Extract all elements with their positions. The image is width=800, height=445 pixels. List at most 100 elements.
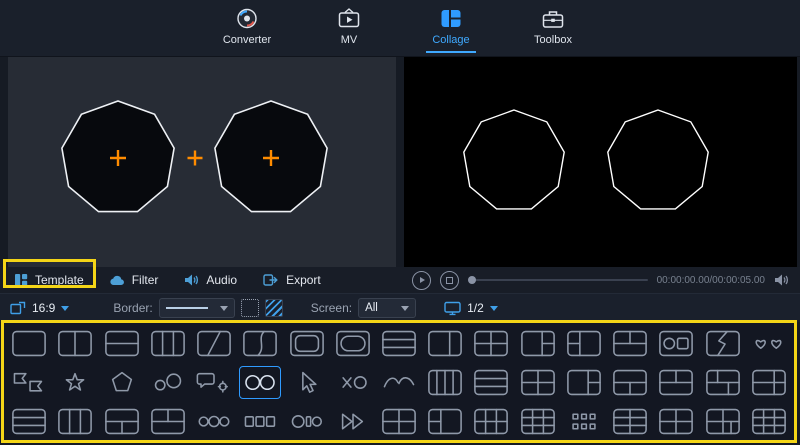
template-thumb-circSq[interactable] bbox=[655, 327, 697, 360]
aspect-ratio-dropdown[interactable]: 16:9 bbox=[10, 301, 69, 315]
template-thumb-tTop[interactable] bbox=[609, 327, 651, 360]
tab-mv[interactable]: MV bbox=[313, 7, 385, 46]
template-thumb-bubbleGear[interactable] bbox=[193, 366, 235, 399]
tab-toolbox[interactable]: Toolbox bbox=[517, 7, 589, 46]
template-thumb-tTop[interactable] bbox=[655, 366, 697, 399]
template-thumb-oO[interactable] bbox=[147, 366, 189, 399]
aspect-ratio-value: 16:9 bbox=[32, 301, 55, 315]
template-thumb-grid22[interactable] bbox=[655, 405, 697, 438]
template-thumb-cursor[interactable] bbox=[286, 366, 328, 399]
chevron-down-icon bbox=[220, 306, 228, 311]
template-grid bbox=[2, 322, 796, 443]
border-group: Border: bbox=[113, 298, 282, 318]
tab-template-label: Template bbox=[35, 273, 84, 287]
template-thumb-rounded[interactable] bbox=[286, 327, 328, 360]
tab-toolbox-label: Toolbox bbox=[534, 34, 572, 46]
chevron-down-icon bbox=[490, 306, 498, 311]
template-thumb-grid22[interactable] bbox=[470, 327, 512, 360]
page-dropdown[interactable]: 1/2 bbox=[444, 301, 498, 316]
template-thumb-stadium[interactable] bbox=[332, 327, 374, 360]
volume-icon[interactable] bbox=[774, 273, 790, 287]
template-thumb-v3[interactable] bbox=[54, 405, 96, 438]
tab-collage-label: Collage bbox=[432, 34, 469, 46]
template-thumb-grid32[interactable] bbox=[609, 405, 651, 438]
template-thumb-diag[interactable] bbox=[193, 327, 235, 360]
template-thumb-h3[interactable] bbox=[470, 366, 512, 399]
template-thumb-gridUneven[interactable] bbox=[702, 366, 744, 399]
export-icon bbox=[263, 273, 279, 287]
top-nav: Converter MV Collage Toolbox bbox=[0, 0, 800, 57]
screen-select[interactable]: All bbox=[358, 298, 416, 318]
tab-filter-label: Filter bbox=[132, 273, 159, 287]
template-thumb-grid22[interactable] bbox=[517, 366, 559, 399]
template-thumb-tBottom[interactable] bbox=[609, 366, 651, 399]
template-thumb-waves[interactable] bbox=[378, 366, 420, 399]
tab-export[interactable]: Export bbox=[263, 273, 321, 287]
template-thumb-zig[interactable] bbox=[702, 327, 744, 360]
tab-converter[interactable]: Converter bbox=[211, 7, 283, 46]
seek-handle[interactable] bbox=[468, 276, 476, 284]
template-icon bbox=[14, 273, 28, 287]
template-thumb-Odo[interactable] bbox=[286, 405, 328, 438]
template-thumb-rect[interactable] bbox=[8, 327, 50, 360]
template-thumb-grid33[interactable] bbox=[748, 405, 790, 438]
chevron-down-icon bbox=[401, 306, 409, 311]
template-thumb-star[interactable] bbox=[54, 366, 96, 399]
template-thumb-pentagon[interactable] bbox=[101, 366, 143, 399]
template-row bbox=[6, 363, 792, 402]
tab-filter[interactable]: Filter bbox=[110, 273, 159, 287]
border-pattern-button[interactable] bbox=[265, 299, 283, 317]
template-thumb-v2off[interactable] bbox=[424, 327, 466, 360]
template-thumb-hvR[interactable] bbox=[748, 366, 790, 399]
template-thumb-v3[interactable] bbox=[147, 327, 189, 360]
play-button[interactable] bbox=[412, 271, 431, 290]
border-label: Border: bbox=[113, 301, 152, 315]
sub-bar: Template Filter Audio Export bbox=[0, 267, 800, 293]
template-thumb-flags[interactable] bbox=[8, 366, 50, 399]
template-row bbox=[6, 324, 792, 363]
tab-collage[interactable]: Collage bbox=[415, 7, 487, 53]
template-thumb-v2[interactable] bbox=[54, 327, 96, 360]
template-thumb-h3[interactable] bbox=[378, 327, 420, 360]
screen-group: Screen: All bbox=[311, 298, 416, 318]
converter-icon bbox=[235, 7, 259, 30]
template-thumb-v4[interactable] bbox=[424, 366, 466, 399]
template-thumb-grid33[interactable] bbox=[517, 405, 559, 438]
stop-button[interactable] bbox=[440, 271, 459, 290]
template-thumb-squares3[interactable] bbox=[239, 405, 281, 438]
template-row bbox=[6, 402, 792, 441]
border-style-dropdown[interactable] bbox=[159, 298, 235, 318]
playback-controls: 00:00:00.00/00:00:05.00 bbox=[404, 267, 798, 293]
page-indicator: 1/2 bbox=[467, 301, 484, 315]
template-thumb-grid23[interactable] bbox=[470, 405, 512, 438]
template-thumb-colRight[interactable] bbox=[563, 366, 605, 399]
options-bar: 16:9 Border: Screen: All 1/2 bbox=[0, 293, 800, 322]
template-thumb-gridComplex[interactable] bbox=[702, 405, 744, 438]
template-thumb-colLeft[interactable] bbox=[563, 327, 605, 360]
template-thumb-OoO[interactable] bbox=[193, 405, 235, 438]
template-thumb-grid22[interactable] bbox=[378, 405, 420, 438]
preview-shapes bbox=[404, 57, 797, 267]
template-thumb-h2[interactable] bbox=[101, 327, 143, 360]
border-dashed-button[interactable] bbox=[241, 299, 259, 317]
template-thumb-hearts[interactable] bbox=[748, 327, 790, 360]
template-thumb-OO[interactable] bbox=[239, 366, 281, 399]
template-thumb-tBottom[interactable] bbox=[101, 405, 143, 438]
template-thumb-h3[interactable] bbox=[8, 405, 50, 438]
edit-canvas[interactable] bbox=[8, 57, 396, 267]
template-thumb-xO[interactable] bbox=[332, 366, 374, 399]
tab-mv-label: MV bbox=[341, 34, 358, 46]
stop-icon bbox=[446, 277, 453, 284]
template-thumb-curve[interactable] bbox=[239, 327, 281, 360]
tab-export-label: Export bbox=[286, 273, 321, 287]
template-thumb-ffwd[interactable] bbox=[332, 405, 374, 438]
play-icon bbox=[420, 277, 425, 283]
add-file-plus-icon[interactable] bbox=[188, 151, 203, 166]
template-thumb-colLeft[interactable] bbox=[424, 405, 466, 438]
tab-audio[interactable]: Audio bbox=[184, 273, 237, 287]
seek-slider[interactable] bbox=[468, 279, 648, 281]
tab-template[interactable]: Template bbox=[14, 273, 84, 287]
template-thumb-gridDots[interactable] bbox=[563, 405, 605, 438]
template-thumb-colRight[interactable] bbox=[517, 327, 559, 360]
template-thumb-tTop[interactable] bbox=[147, 405, 189, 438]
